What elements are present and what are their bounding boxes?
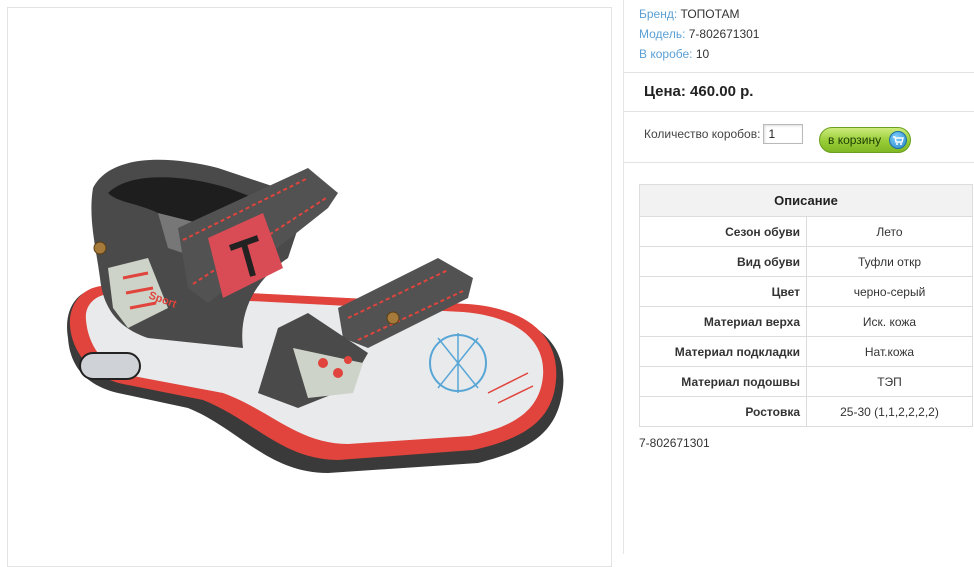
spec-value: Нат.кожа [806,336,973,367]
spec-key: Ростовка [639,396,807,427]
model-label: Модель: [639,27,686,41]
table-row: Ростовка 25-30 (1,1,2,2,2,2) [639,396,973,427]
product-info: Бренд: ТОПОТАМ Модель: 7-802671301 В кор… [639,4,759,64]
table-row: Цвет черно-серый [639,276,973,307]
divider-top [624,72,974,73]
divider-cart [624,162,974,163]
add-to-cart-button[interactable]: в корзину [819,127,911,153]
spec-value: Туфли откр [806,246,973,277]
spec-value: 25-30 (1,1,2,2,2,2) [806,396,973,427]
quantity-input[interactable] [763,124,804,144]
brand-row: Бренд: ТОПОТАМ [639,4,759,24]
description-header-row: Описание [639,184,973,217]
spec-key: Сезон обуви [639,216,807,247]
table-row: Вид обуви Туфли откр [639,246,973,277]
divider-price [624,111,974,112]
cart-icon [889,131,907,149]
quantity-label: Количество коробов: [644,127,761,141]
spec-key: Материал верха [639,306,807,337]
box-count-label: В коробе: [639,47,693,61]
brand-label: Бренд: [639,7,678,21]
spec-value: Лето [806,216,973,247]
quantity-row: Количество коробов: [644,124,804,144]
spec-value: ТЭП [806,366,973,397]
product-price: Цена: 460.00 р. [644,83,754,100]
table-row: Материал подошвы ТЭП [639,366,973,397]
box-count-value: 10 [695,47,710,61]
product-image-frame: Sport [7,7,612,567]
sku-footer: 7-802671301 [639,436,710,450]
table-row: Сезон обуви Лето [639,216,973,247]
table-row: Материал верха Иск. кожа [639,306,973,337]
spec-key: Вид обуви [639,246,807,277]
description-table: Описание Сезон обуви Лето Вид обуви Туфл… [639,184,973,427]
sandal-product-image[interactable]: Sport [8,8,612,548]
description-header: Описание [639,184,973,217]
spec-value: Иск. кожа [806,306,973,337]
column-divider [623,0,624,554]
model-value: 7-802671301 [688,27,760,41]
model-row: Модель: 7-802671301 [639,24,759,44]
table-row: Материал подкладки Нат.кожа [639,336,973,367]
spec-key: Материал подкладки [639,336,807,367]
box-count-row: В коробе: 10 [639,44,759,64]
brand-value: ТОПОТАМ [680,7,740,21]
spec-value: черно-серый [806,276,973,307]
add-to-cart-label: в корзину [828,133,882,147]
spec-key: Материал подошвы [639,366,807,397]
spec-key: Цвет [639,276,807,307]
